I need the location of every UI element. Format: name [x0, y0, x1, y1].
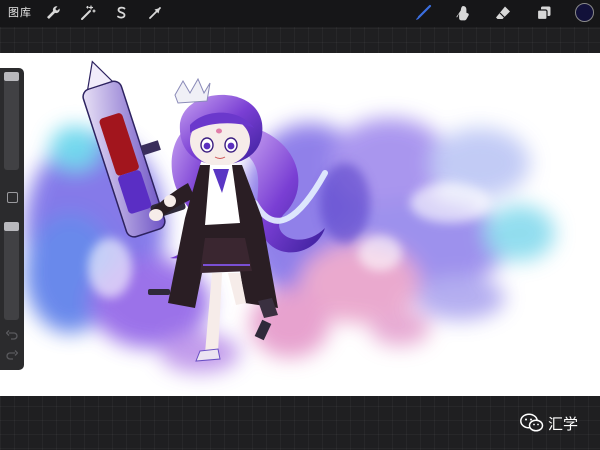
wechat-icon — [520, 413, 544, 432]
watermark: 汇学 — [520, 410, 578, 436]
opacity-slider[interactable] — [4, 222, 19, 320]
eraser-icon[interactable] — [494, 4, 512, 22]
layers-icon[interactable] — [535, 4, 553, 22]
watermark-text: 汇学 — [547, 415, 578, 433]
square-modify-icon[interactable] — [7, 192, 18, 203]
arrow-cursor-icon[interactable] — [146, 4, 164, 22]
undo-icon[interactable] — [6, 330, 18, 340]
left-sidebar — [0, 68, 24, 370]
wrench-icon[interactable] — [44, 4, 62, 22]
brush-size-thumb[interactable] — [4, 72, 19, 81]
selection-s-icon[interactable] — [112, 4, 130, 22]
top-toolbar: 图库 — [0, 0, 600, 27]
redo-icon[interactable] — [6, 350, 18, 360]
gallery-button[interactable]: 图库 — [8, 5, 32, 21]
opacity-thumb[interactable] — [4, 222, 19, 231]
smudge-finger-icon[interactable] — [454, 4, 472, 22]
brush-icon[interactable] — [414, 4, 432, 22]
artwork-illustration — [25, 60, 555, 373]
drawing-canvas[interactable] — [0, 53, 600, 396]
magic-wand-icon[interactable] — [79, 4, 97, 22]
color-picker-button[interactable] — [575, 3, 594, 22]
procreate-app: 图库 汇学 — [0, 0, 600, 450]
brush-size-slider[interactable] — [4, 72, 19, 170]
